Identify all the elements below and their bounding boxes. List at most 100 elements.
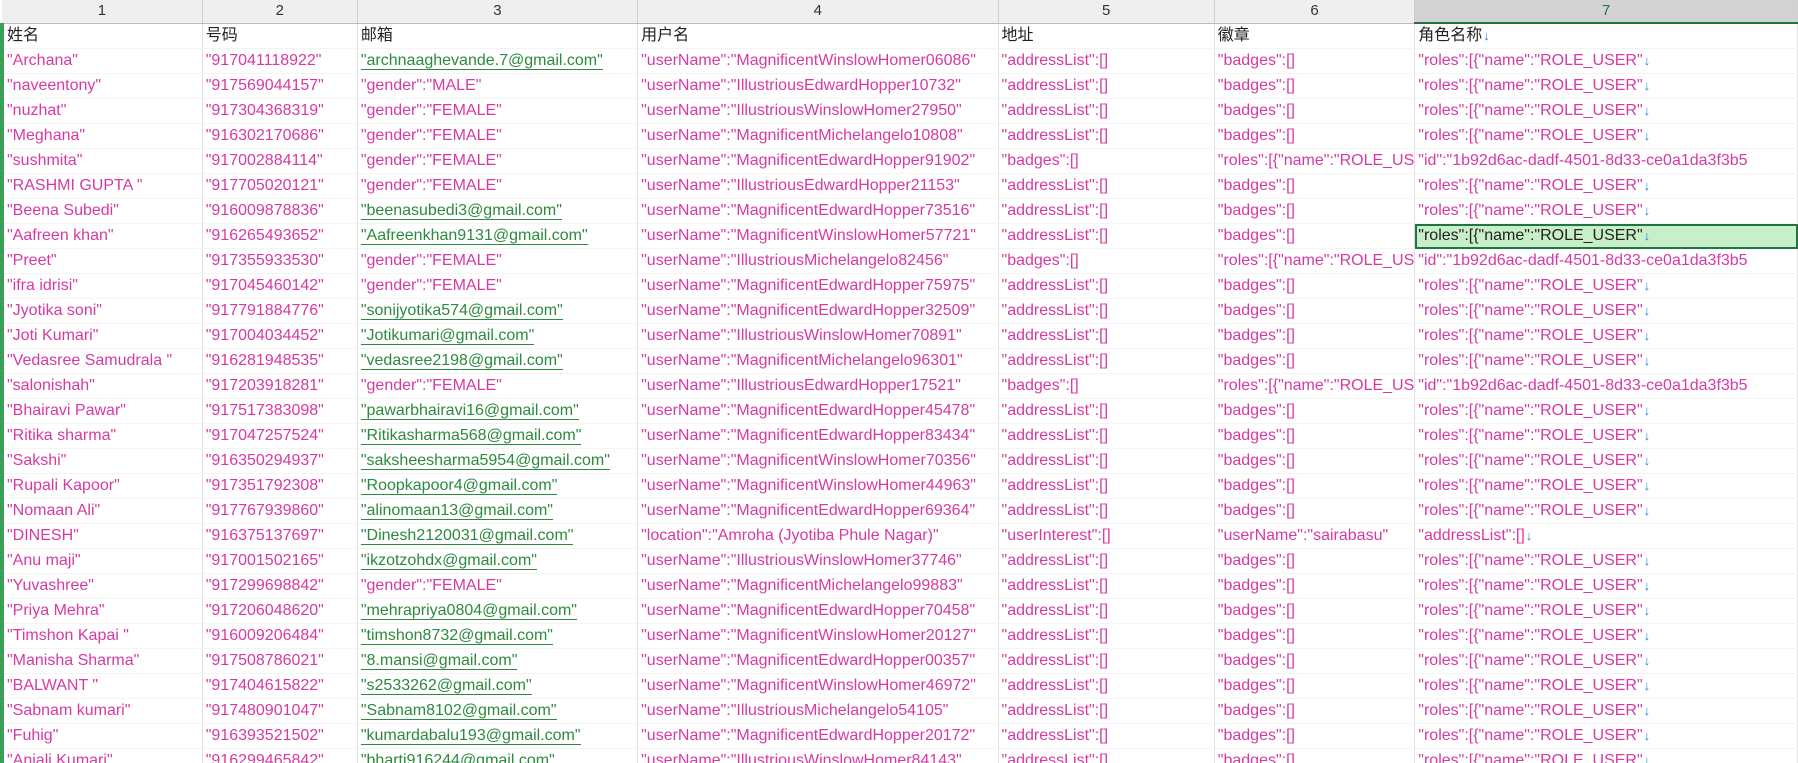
grid-cell[interactable]: "roles":[{"name":"ROLE_USER"↓ [1414,473,1798,499]
grid-cell[interactable]: "userName":"MagnificentEdwardHopper00357… [637,648,999,674]
grid-cell[interactable]: "roles":[{"name":"ROLE_USER"↓ [1414,123,1798,149]
grid-cell[interactable]: "Priya Mehra" [0,598,203,624]
grid-cell[interactable]: "Jotikumari@gmail.com" [357,323,639,349]
grid-cell[interactable]: "gender":"FEMALE" [357,273,639,299]
grid-cell[interactable]: "Ritikasharma568@gmail.com" [357,423,639,449]
grid-cell[interactable]: "DINESH" [0,523,203,549]
grid-cell[interactable]: "917002884114" [202,148,358,174]
grid-cell[interactable]: "addressList":[] [998,448,1215,474]
grid-cell[interactable]: "917041118922" [202,48,358,74]
grid-cell[interactable]: "userName":"IllustriousMichelangelo82456… [637,248,999,274]
grid-cell[interactable]: "Joti Kumari" [0,323,203,349]
grid-cell[interactable]: "addressList":[] [998,323,1215,349]
grid-cell[interactable]: "917569044157" [202,73,358,99]
grid-cell[interactable]: "userName":"MagnificentMichelangelo96301… [637,348,999,374]
grid-cell[interactable]: "roles":[{"name":"ROLE_USER"↓ [1414,598,1798,624]
grid-cell[interactable]: "Manisha Sharma" [0,648,203,674]
grid-cell[interactable]: "Sakshi" [0,448,203,474]
grid-cell[interactable]: "Sabnam kumari" [0,698,203,724]
grid-cell[interactable]: "Archana" [0,48,203,74]
grid-cell[interactable]: "roles":[{"name":"ROLE_USER"↓ [1414,748,1798,763]
grid-cell[interactable]: "917045460142" [202,273,358,299]
grid-cell[interactable]: "916375137697" [202,523,358,549]
grid-cell[interactable]: 号码 [202,23,358,49]
grid-cell[interactable]: "badges":[] [1214,223,1416,249]
grid-cell[interactable]: 地址 [998,23,1215,49]
grid-cell[interactable]: "badges":[] [1214,123,1416,149]
grid-cell[interactable]: "userName":"MagnificentWinslowHomer44963… [637,473,999,499]
grid-cell[interactable]: "roles":[{"name":"ROLE_USER"↓ [1414,98,1798,124]
grid-cell[interactable]: "addressList":[] [998,748,1215,763]
grid-cell[interactable]: "addressList":[] [998,273,1215,299]
grid-cell[interactable]: "userName":"MagnificentEdwardHopper32509… [637,298,999,324]
grid-cell[interactable]: "naveentony" [0,73,203,99]
grid-cell[interactable]: "badges":[] [1214,273,1416,299]
grid-cell[interactable]: "saksheesharma5954@gmail.com" [357,448,639,474]
grid-cell[interactable]: "gender":"FEMALE" [357,123,639,149]
grid-cell[interactable]: "badges":[] [1214,98,1416,124]
grid-cell[interactable]: "Anjali Kumari" [0,748,203,763]
column-header-5[interactable]: 5 [998,0,1215,24]
grid-cell[interactable]: "roles":[{"name":"ROLE_USER"↓ [1414,673,1798,699]
grid-cell[interactable]: "916393521502" [202,723,358,749]
grid-cell[interactable]: "addressList":[] [998,648,1215,674]
grid-cell[interactable]: "userName":"MagnificentWinslowHomer46972… [637,673,999,699]
grid-cell[interactable]: "Rupali Kapoor" [0,473,203,499]
grid-cell[interactable]: "gender":"FEMALE" [357,98,639,124]
grid-cell[interactable]: "Preet" [0,248,203,274]
grid-cell[interactable]: "Vedasree Samudrala " [0,348,203,374]
grid-cell[interactable]: "userName":"MagnificentMichelangelo10808… [637,123,999,149]
grid-cell[interactable]: "RASHMI GUPTA " [0,173,203,199]
grid-cell[interactable]: "addressList":[] [998,698,1215,724]
column-header-2[interactable]: 2 [202,0,358,24]
grid-cell[interactable]: "ikzotzohdx@gmail.com" [357,548,639,574]
grid-cell[interactable]: "addressList":[] [998,348,1215,374]
grid-cell[interactable]: "userName":"MagnificentEdwardHopper70458… [637,598,999,624]
grid-cell[interactable]: "nuzhat" [0,98,203,124]
grid-cell[interactable]: "userName":"MagnificentWinslowHomer06086… [637,48,999,74]
grid-cell[interactable]: "userName":"IllustriousWinslowHomer37746… [637,548,999,574]
grid-cell[interactable]: "archnaaghevande.7@gmail.com" [357,48,639,74]
grid-cell[interactable]: "badges":[] [1214,698,1416,724]
grid-cell[interactable]: "917047257524" [202,423,358,449]
grid-cell[interactable]: 徽章 [1214,23,1416,49]
grid-cell[interactable]: "pawarbhairavi16@gmail.com" [357,398,639,424]
grid-cell[interactable]: "roles":[{"name":"ROLE_US [1214,148,1416,174]
grid-cell[interactable]: "badges":[] [1214,448,1416,474]
grid-cell[interactable]: "userName":"IllustriousEdwardHopper21153… [637,173,999,199]
grid-cell[interactable]: "roles":[{"name":"ROLE_USER"↓ [1414,198,1798,224]
grid-cell[interactable]: "916281948535" [202,348,358,374]
grid-cell[interactable]: "badges":[] [1214,73,1416,99]
grid-cell[interactable]: "userInterest":[] [998,523,1215,549]
grid-cell[interactable]: "gender":"FEMALE" [357,248,639,274]
grid-cell[interactable]: "917705020121" [202,173,358,199]
grid-cell[interactable]: "userName":"IllustriousWinslowHomer70891… [637,323,999,349]
grid-cell[interactable]: "917203918281" [202,373,358,399]
grid-cell[interactable]: "addressList":[] [998,573,1215,599]
grid-cell[interactable]: "badges":[] [1214,573,1416,599]
grid-cell[interactable]: "badges":[] [1214,548,1416,574]
grid-cell[interactable]: "Nomaan Ali" [0,498,203,524]
grid-cell[interactable]: "salonishah" [0,373,203,399]
grid-cell[interactable]: "userName":"sairabasu" [1214,523,1416,549]
grid-cell[interactable]: "roles":[{"name":"ROLE_USER"↓ [1414,498,1798,524]
grid-cell[interactable]: "addressList":[] [998,223,1215,249]
grid-cell[interactable]: "addressList":[] [998,423,1215,449]
grid-cell[interactable]: "addressList":[] [998,673,1215,699]
grid-cell[interactable]: "vedasree2198@gmail.com" [357,348,639,374]
grid-cell[interactable]: "badges":[] [1214,198,1416,224]
grid-cell[interactable]: "917404615822" [202,673,358,699]
grid-cell[interactable]: "id":"1b92d6ac-dadf-4501-8d33-ce0a1da3f3… [1414,148,1798,174]
grid-cell[interactable]: "916302170686" [202,123,358,149]
grid-cell[interactable]: "addressList":[] [998,398,1215,424]
grid-cell[interactable]: "roles":[{"name":"ROLE_USER"↓ [1414,698,1798,724]
grid-cell[interactable]: "roles":[{"name":"ROLE_USER"↓ [1414,423,1798,449]
grid-cell[interactable]: "roles":[{"name":"ROLE_USER"↓ [1414,448,1798,474]
grid-cell[interactable]: "917299698842" [202,573,358,599]
grid-cell[interactable]: "userName":"IllustriousEdwardHopper17521… [637,373,999,399]
grid-cell[interactable]: "Sabnam8102@gmail.com" [357,698,639,724]
column-header-6[interactable]: 6 [1214,0,1416,24]
grid-cell[interactable]: "917001502165" [202,548,358,574]
grid-cell[interactable]: "addressList":[] [998,173,1215,199]
grid-cell[interactable]: "badges":[] [1214,48,1416,74]
